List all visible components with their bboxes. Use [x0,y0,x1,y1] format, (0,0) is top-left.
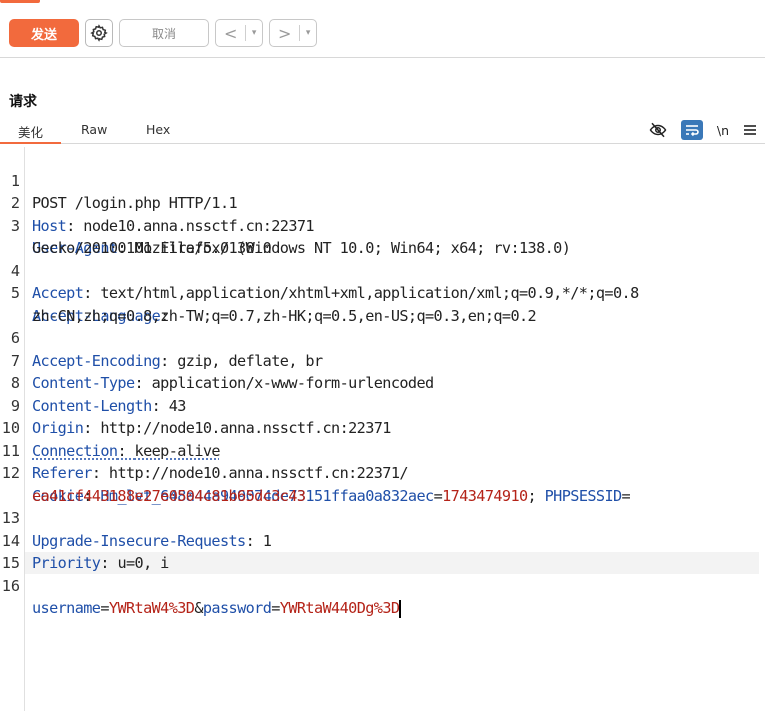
history-back-button[interactable]: < ▾ [215,19,263,47]
eye-off-icon [649,122,667,138]
text-caret [399,599,402,618]
header-name: Priority [32,554,101,572]
header-value: http://node10.anna.nssctf.cn:22371 [100,419,391,437]
view-tabs: 美化 Raw Hex \n [0,118,765,144]
tab-pretty[interactable]: 美化 [0,122,61,144]
toolbar: 发送 取消 < ▾ > ▾ [0,6,765,58]
request-line: POST /login.php HTTP/1.1 [32,194,238,212]
code-line: 8 Content-Length: 43 [0,350,187,415]
cookie-value: ea41cf443188e27e0504c81b65dc3c43 [32,486,306,505]
chevron-down-icon[interactable]: ▾ [300,28,316,38]
tab-raw[interactable]: Raw [81,122,107,144]
editor-menu-button[interactable] [743,124,757,136]
header-value: keep-alive [134,441,221,460]
tab-hex[interactable]: Hex [146,122,170,144]
header-value: application/x-www-form-urlencoded [151,374,435,392]
panel-title: 请求 [9,94,37,110]
code-line: 12 Cookie: Hm_lvt_648a44a949074de73151ff… [1,464,631,505]
header-value: http://node10.anna.nssctf.cn:22371/ [108,464,409,482]
code-line-wrap: Gecko/20100101 Firefox/138.0 [0,215,272,257]
header-name: Connection [32,441,118,460]
code-line: 3 User-Agent: Mozilla/5.0 (Windows NT 10… [0,192,571,258]
hide-nonprintable-button[interactable] [649,122,667,138]
header-name: Content-Type [32,374,135,392]
chevron-left-icon: < [223,23,238,43]
chevron-right-icon: > [277,23,292,43]
code-line: 13 Upgrade-Insecure-Requests: 1 [1,509,272,550]
line-number: 16 [1,576,20,595]
word-wrap-icon [685,125,699,137]
code-line: 10 Connection: keep-alive [1,419,221,460]
header-name: Host [32,216,67,235]
param-value: YWRtaW4%3D [108,599,195,617]
code-line: 15 [0,530,37,572]
header-name: Upgrade-Insecure-Requests [32,531,246,550]
code-line: 1 POST /login.php HTTP/1.1 [0,147,238,213]
header-value: u=0, i [117,554,169,572]
settings-button[interactable] [85,19,113,47]
param-key: password [202,599,272,617]
menu-icon [744,125,756,135]
code-line: 5 Accept-Language: [0,260,169,325]
word-wrap-toggle[interactable] [680,120,703,140]
header-name: Referer [32,464,92,482]
header-name: Accept-Encoding [32,351,161,370]
request-editor[interactable]: 1 POST /login.php HTTP/1.1 2 Host: node1… [0,147,765,711]
code-line: 4 Accept: text/html,application/xhtml+xm… [0,237,639,303]
editor-tools: \n [649,118,757,142]
header-value: node10.anna.nssctf.cn:22371 [83,216,314,235]
header-value: 43 [168,396,187,415]
param-value: YWRtaW440Dg%3D [279,599,400,617]
header-value: gzip, deflate, br [177,351,323,370]
code-line: 2 Host: node10.anna.nssctf.cn:22371 [0,170,315,235]
code-line: 16 username=YWRtaW4%3D&password=YWRtaW44… [1,576,402,618]
cancel-button[interactable]: 取消 [119,19,209,47]
header-name: Accept [32,284,84,302]
cookie-key: PHPSESSID [544,486,623,505]
code-line-wrap: ea41cf443188e27e0504c81b65dc3c43 [0,462,306,505]
code-line: 9 Origin: http://node10.anna.nssctf.cn:2… [0,372,392,438]
chevron-down-icon[interactable]: ▾ [246,28,262,38]
header-value: Gecko/20100101 Firefox/138.0 [32,239,272,257]
active-tab-accent [0,0,40,3]
send-button[interactable]: 发送 [9,19,79,47]
header-name: Content-Length [32,396,152,415]
code-line: 7 Content-Type: application/x-www-form-u… [0,327,434,393]
header-value: zh-CN,zh;q=0.8,zh-TW;q=0.7,zh-HK;q=0.5,e… [32,306,537,325]
history-forward-button[interactable]: > ▾ [269,19,317,47]
param-key: username [32,599,101,617]
gear-icon [90,24,108,42]
header-value: 1 [262,531,272,550]
newline-toggle[interactable]: \n [717,123,729,138]
code-line: 6 Accept-Encoding: gzip, deflate, br [0,305,323,370]
header-value: text/html,application/xhtml+xml,applicat… [100,284,639,302]
code-line: 14 Priority: u=0, i [1,531,170,573]
code-line: 11 Referer: http://node10.anna.nssctf.cn… [1,441,409,483]
header-name: Origin [32,419,84,437]
cookie-value: 1743474910 [442,486,528,505]
code-line-wrap: zh-CN,zh;q=0.8,zh-TW;q=0.7,zh-HK;q=0.5,e… [0,282,537,325]
